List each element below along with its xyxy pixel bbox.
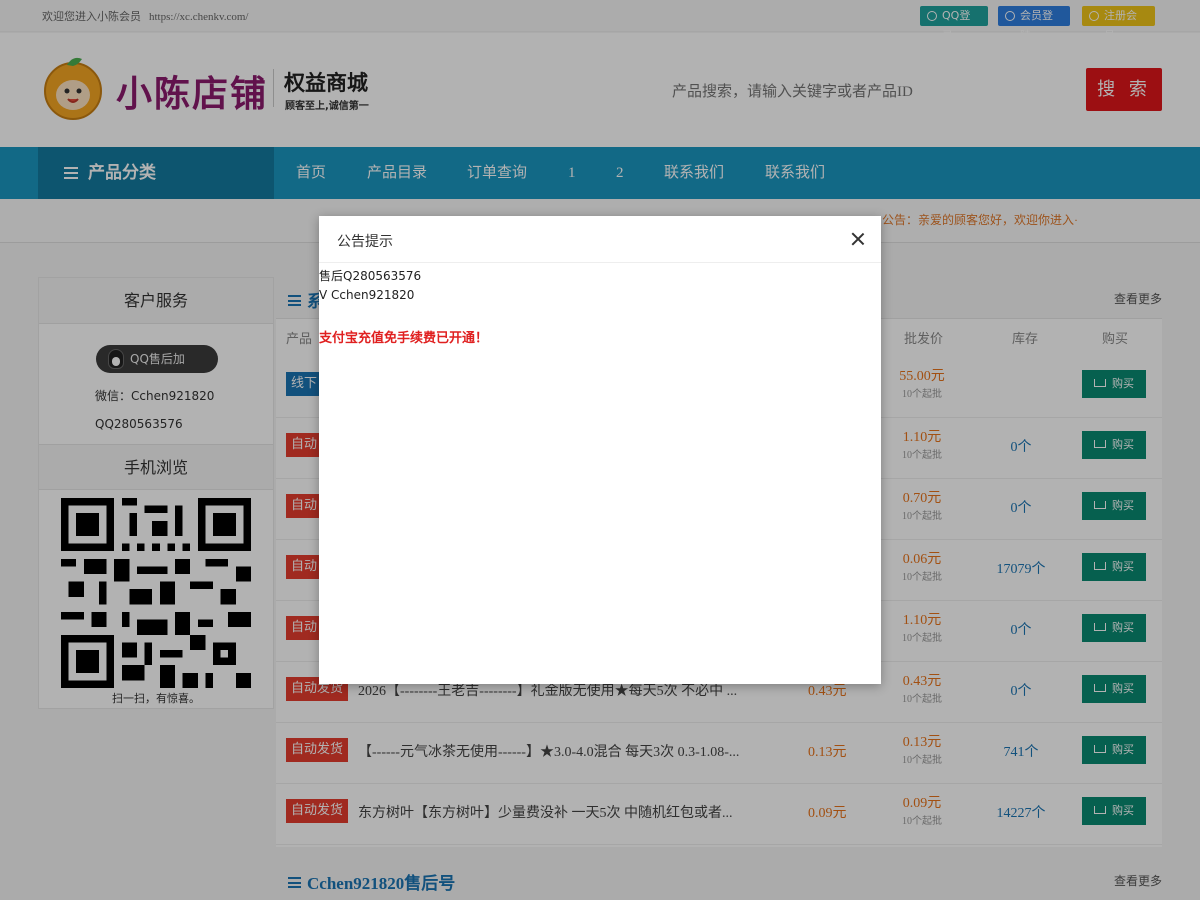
- modal-highlight: 支付宝充值免手续费已开通！: [319, 331, 489, 346]
- modal-title: 公告提示: [337, 234, 393, 250]
- modal-header: 公告提示: [319, 216, 881, 263]
- close-icon[interactable]: [849, 230, 867, 248]
- modal-line-qq: 售后Q280563576: [319, 269, 422, 283]
- modal-line-wechat: V Cchen921820: [319, 288, 415, 302]
- announcement-modal: 公告提示 售后Q280563576 V Cchen921820 支付宝充值免手续…: [319, 216, 881, 684]
